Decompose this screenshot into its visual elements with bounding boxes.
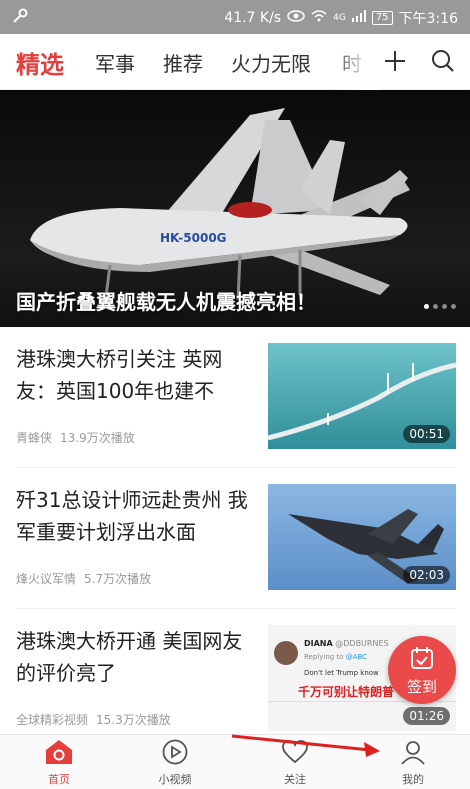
carousel-dot [451,304,456,309]
sign-in-label: 签到 [406,678,437,696]
video-duration: 01:26 [403,707,450,725]
wifi-icon [311,10,327,26]
tweet-avatar [274,641,298,665]
tab-fade [330,34,380,90]
battery-level: 75 [371,11,393,25]
feed-source: 烽火议军情 [16,572,77,586]
feed-plays: 5.7万次播放 [84,572,152,586]
feed-title: 港珠澳大桥开通 美国网友的评价亮了 [16,629,243,685]
tweet-text: Don't let Trump know [304,669,379,677]
eye-icon [287,10,305,26]
banner-title: 国产折叠翼舰载无人机震撼亮相！ [16,290,316,314]
tweet-reply-handle: @ABC [345,653,368,661]
network-type: 4G [333,13,346,23]
sign-in-button[interactable]: 签到 [388,636,456,704]
annotation-arrow [231,734,380,757]
feed-source: 全球精彩视频 [16,713,89,727]
nav-short-video-label: 小视频 [158,773,192,786]
carousel-dot [424,304,429,309]
feed-title: 歼31总设计师远赴贵州 我军重要计划浮出水面 [16,488,248,544]
video-duration: 02:03 [403,566,450,584]
calendar-check-icon [410,646,434,674]
feed-source: 青蜂侠 [16,431,53,445]
nav-profile-label: 我的 [402,773,424,786]
carousel-dot [442,304,447,309]
tab-featured[interactable]: 精选 [16,45,64,80]
signal-icon [351,10,366,26]
status-bar: 41.7 K/s 4G 75 下午3:16 [0,0,470,34]
feed-meta: 烽火议军情 5.7万次播放 [16,570,151,587]
feed-title: 港珠澳大桥引关注 英网友：英国100年也建不 [16,347,223,403]
nav-home-label: 首页 [48,773,70,786]
profile-icon [399,741,427,769]
clock: 下午3:16 [398,11,458,27]
tweet-name: DIANA [304,639,333,648]
home-icon [45,740,73,769]
tweet-header: DIANA @DDBURNES [304,639,389,648]
plus-icon[interactable] [382,48,408,74]
video-thumbnail[interactable]: 00:51 [268,343,456,449]
tweet-handle: @DDBURNES [335,639,389,648]
tab-firepower[interactable]: 火力无限 [231,48,311,77]
feed-item[interactable]: 歼31总设计师远赴贵州 我军重要计划浮出水面 烽火议军情 5.7万次播放 02:0… [0,468,470,608]
video-duration: 00:51 [403,425,450,443]
aircraft-marking: HK-5000G [160,231,227,245]
channel-tabs: 精选 军事 推荐 火力无限 时 [0,34,470,90]
nav-short-video[interactable]: 小视频 [130,739,220,787]
tweet-reply: Replying to @ABC [304,653,367,661]
feed-plays: 13.9万次播放 [60,431,135,445]
nav-home[interactable]: 首页 [14,739,104,787]
carousel-dots [424,304,456,309]
tab-recommended[interactable]: 推荐 [163,48,203,77]
featured-banner[interactable]: HK-5000G 国产折叠翼舰载无人机震撼亮相！ [0,90,470,327]
feed-plays: 15.3万次播放 [96,713,171,727]
feed-item[interactable]: 港珠澳大桥引关注 英网友：英国100年也建不 青蜂侠 13.9万次播放 00:51 [0,327,470,467]
carousel-dot [433,304,438,309]
feed-meta: 青蜂侠 13.9万次播放 [16,429,135,446]
tweet-caption: 千万可别让特朗普 [298,685,395,699]
feed-meta: 全球精彩视频 15.3万次播放 [16,711,171,728]
search-icon[interactable] [430,48,456,74]
nav-follow-label: 关注 [284,773,306,786]
tweet-reply-label: Replying to [304,653,344,661]
video-thumbnail[interactable]: 02:03 [268,484,456,590]
network-speed: 41.7 K/s [224,10,282,26]
tab-military[interactable]: 军事 [95,48,135,77]
key-icon [12,8,28,28]
play-icon [161,739,189,769]
